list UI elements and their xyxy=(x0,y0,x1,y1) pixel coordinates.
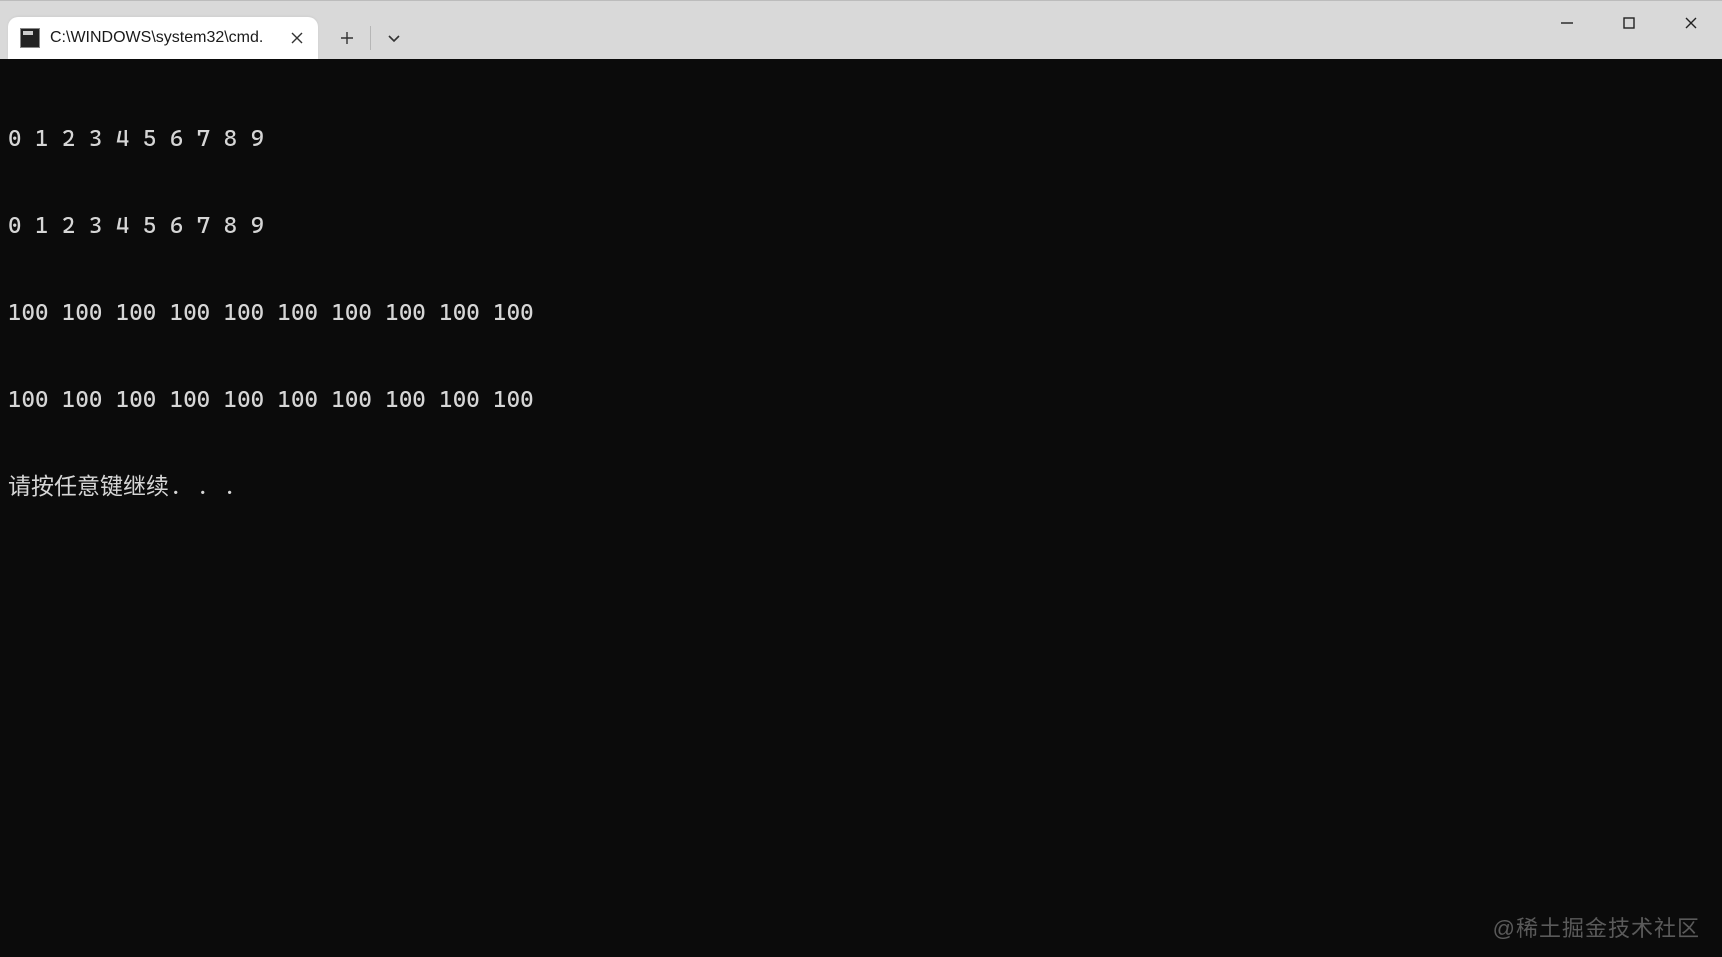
tab-dropdown-button[interactable] xyxy=(371,17,417,59)
terminal-body[interactable]: 0 1 2 3 4 5 6 7 8 9 0 1 2 3 4 5 6 7 8 9 … xyxy=(0,59,1722,957)
watermark: @稀土掘金技术社区 xyxy=(1493,914,1700,943)
tab-cmd[interactable]: C:\WINDOWS\system32\cmd. xyxy=(8,17,318,59)
tab-actions xyxy=(324,17,417,59)
window-controls xyxy=(1536,1,1722,45)
minimize-icon xyxy=(1560,16,1574,30)
maximize-button[interactable] xyxy=(1598,1,1660,45)
terminal-line: 0 1 2 3 4 5 6 7 8 9 xyxy=(8,125,1714,154)
tab-close-button[interactable] xyxy=(286,27,308,49)
window-close-icon xyxy=(1684,16,1698,30)
tab-title: C:\WINDOWS\system32\cmd. xyxy=(50,29,276,47)
window-close-button[interactable] xyxy=(1660,1,1722,45)
terminal-line: 请按任意键继续. . . xyxy=(8,473,1714,502)
new-tab-button[interactable] xyxy=(324,17,370,59)
close-icon xyxy=(291,32,303,44)
chevron-down-icon xyxy=(387,31,401,45)
minimize-button[interactable] xyxy=(1536,1,1598,45)
maximize-icon xyxy=(1622,16,1636,30)
terminal-line: 0 1 2 3 4 5 6 7 8 9 xyxy=(8,212,1714,241)
terminal-window: C:\WINDOWS\system32\cmd. xyxy=(0,0,1722,957)
plus-icon xyxy=(340,31,354,45)
titlebar: C:\WINDOWS\system32\cmd. xyxy=(0,1,1722,59)
cmd-favicon xyxy=(20,28,40,48)
terminal-line: 100 100 100 100 100 100 100 100 100 100 xyxy=(8,299,1714,328)
terminal-line: 100 100 100 100 100 100 100 100 100 100 xyxy=(8,386,1714,415)
